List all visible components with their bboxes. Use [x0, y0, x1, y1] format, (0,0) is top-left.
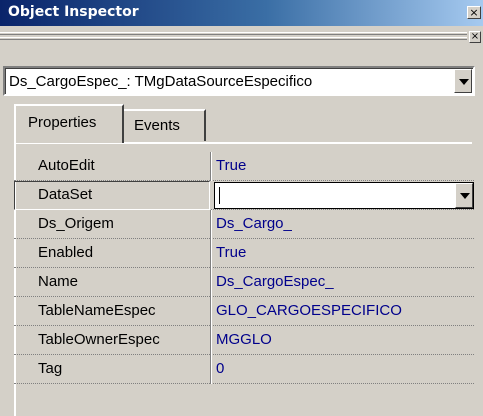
property-row-ds-origem[interactable]: Ds_Origem Ds_Cargo_ — [14, 210, 474, 239]
tab-events-label: Events — [134, 117, 180, 134]
property-row-tableownerespec[interactable]: TableOwnerEspec MGGLO — [14, 326, 474, 355]
property-row-autoedit[interactable]: AutoEdit True — [14, 152, 474, 181]
property-row-enabled[interactable]: Enabled True — [14, 239, 474, 268]
property-value[interactable]: Ds_Cargo_ — [216, 215, 292, 232]
grip-close-icon[interactable]: × — [469, 31, 481, 43]
tab-properties[interactable]: Properties — [14, 104, 124, 143]
property-value[interactable]: True — [216, 244, 246, 261]
property-grid: AutoEdit True DataSet Ds_Origem Ds_Cargo… — [14, 152, 474, 416]
property-value[interactable]: 0 — [216, 360, 224, 377]
tab-events[interactable]: Events — [122, 109, 206, 141]
property-value[interactable]: MGGLO — [216, 331, 272, 348]
close-icon[interactable]: × — [467, 6, 481, 19]
column-separator[interactable] — [210, 210, 212, 239]
property-name: TableOwnerEspec — [38, 331, 160, 348]
window-title: Object Inspector — [8, 4, 139, 20]
property-name: Enabled — [38, 244, 94, 261]
property-row-dataset[interactable]: DataSet — [14, 181, 474, 210]
column-separator[interactable] — [210, 152, 212, 181]
column-separator[interactable] — [210, 297, 212, 326]
chevron-down-icon — [459, 79, 469, 85]
text-caret — [219, 187, 220, 204]
component-selector[interactable]: Ds_CargoEspec_: TMgDataSourceEspecifico — [3, 66, 475, 96]
property-row-tablenameespec[interactable]: TableNameEspec GLO_CARGOESPECIFICO — [14, 297, 474, 326]
dataset-dropdown-button[interactable] — [455, 183, 473, 208]
property-value[interactable]: Ds_CargoEspec_ — [216, 273, 334, 290]
property-value[interactable]: True — [216, 157, 246, 174]
property-name: Tag — [38, 360, 63, 377]
dataset-editor[interactable] — [214, 182, 474, 209]
toolbar-grip[interactable]: × — [0, 31, 481, 46]
property-row-name[interactable]: Name Ds_CargoEspec_ — [14, 268, 474, 297]
tab-properties-label: Properties — [28, 114, 97, 131]
column-separator[interactable] — [210, 326, 212, 355]
property-name: DataSet — [38, 186, 93, 203]
property-name: TableNameEspec — [38, 302, 156, 319]
column-separator[interactable] — [210, 355, 212, 384]
grip-line — [0, 37, 467, 40]
component-selector-dropdown-button[interactable] — [454, 69, 472, 93]
component-selector-value: Ds_CargoEspec_: TMgDataSourceEspecifico — [9, 73, 313, 90]
column-separator[interactable] — [210, 239, 212, 268]
grip-line — [0, 32, 467, 35]
title-bar[interactable]: Object Inspector × — [0, 0, 483, 26]
column-separator[interactable] — [210, 268, 212, 297]
property-name: Name — [38, 273, 79, 290]
property-name: Ds_Origem — [38, 215, 114, 232]
property-row-tag[interactable]: Tag 0 — [14, 355, 474, 384]
property-value[interactable]: GLO_CARGOESPECIFICO — [216, 302, 402, 319]
property-name: AutoEdit — [38, 157, 95, 174]
chevron-down-icon — [460, 193, 470, 199]
